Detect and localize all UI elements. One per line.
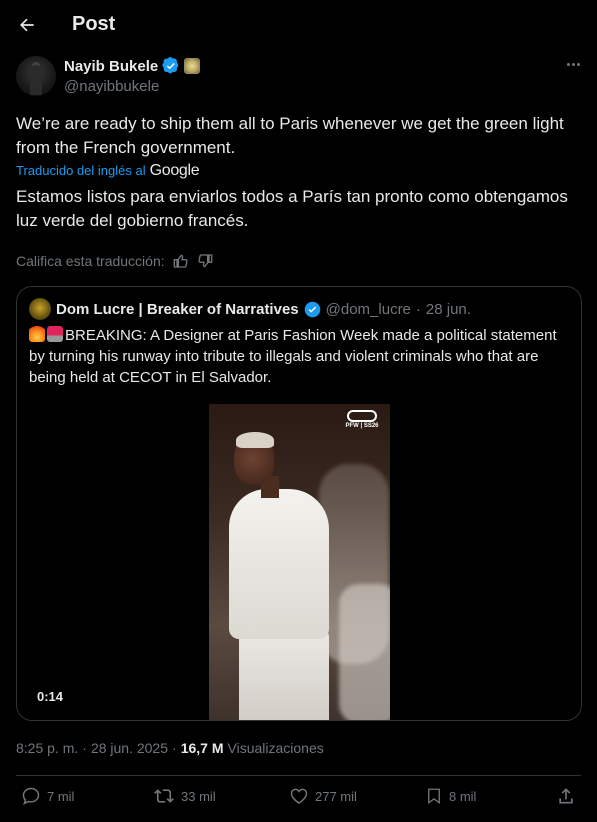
dot-separator: · [82, 740, 87, 756]
more-options-icon[interactable] [562, 56, 584, 72]
bookmark-icon [428, 788, 440, 805]
pfw-logo: PFW | SS26 [344, 410, 380, 432]
share-icon [559, 788, 573, 804]
fire-emoji-icon [29, 326, 45, 342]
quoted-post-body: BREAKING: A Designer at Paris Fashion We… [29, 327, 557, 386]
quoted-author-name: Dom Lucre | Breaker of Narratives [56, 300, 299, 318]
quoted-post-date: 28 jun. [425, 300, 471, 318]
reply-button[interactable]: 7 mil [21, 786, 74, 806]
quoted-author-handle: @dom_lucre [325, 300, 411, 318]
quoted-post[interactable]: Dom Lucre | Breaker of Narratives @dom_l… [16, 286, 582, 721]
translated-from-label[interactable]: Traducido del inglés al [16, 163, 146, 178]
thumbs-up-icon[interactable] [173, 253, 189, 269]
top-bar: Post [0, 0, 597, 52]
repost-button[interactable]: 33 mil [153, 786, 216, 806]
like-button[interactable]: 277 mil [289, 786, 357, 806]
thumbs-down-icon[interactable] [197, 253, 213, 269]
author-avatar[interactable] [16, 56, 56, 96]
dot-separator: · [415, 300, 421, 318]
verified-badge-icon [162, 57, 179, 74]
views-label: Visualizaciones [227, 740, 324, 756]
reply-count: 7 mil [47, 788, 75, 804]
google-logo: Google [149, 162, 200, 179]
share-button[interactable] [556, 786, 576, 806]
reply-icon [22, 787, 40, 805]
heart-icon [290, 788, 308, 804]
page-title: Post [72, 13, 116, 35]
views-count: 16,7 M [180, 740, 224, 756]
bookmark-count: 8 mil [449, 788, 477, 804]
post-time[interactable]: 8:25 p. m. [16, 740, 78, 756]
quoted-post-video[interactable]: PFW | SS26 [209, 404, 390, 720]
action-bar: 7 mil 33 mil 277 mil 8 mil [16, 786, 581, 814]
repost-icon [154, 789, 174, 803]
translated-text: Estamos listos para enviarlos todos a Pa… [16, 187, 568, 230]
quoted-post-text: BREAKING: A Designer at Paris Fashion We… [29, 325, 573, 388]
translation-source: Traducido del inglés al Google [16, 162, 200, 180]
siren-emoji-icon [47, 326, 63, 342]
video-duration: 0:14 [31, 687, 70, 706]
bookmark-button[interactable]: 8 mil [425, 786, 476, 806]
rate-translation: Califica esta traducción: [16, 253, 213, 269]
rate-translation-label: Califica esta traducción: [16, 253, 165, 269]
author-name[interactable]: Nayib Bukele [64, 58, 158, 75]
affiliation-badge-icon [184, 58, 201, 74]
post-date[interactable]: 28 jun. 2025 [91, 740, 168, 756]
quoted-post-header: Dom Lucre | Breaker of Narratives @dom_l… [29, 298, 471, 320]
author-handle[interactable]: @nayibbukele [64, 78, 159, 95]
pfw-logo-text: PFW | SS26 [345, 423, 379, 429]
verified-badge-icon [304, 301, 320, 317]
quoted-author-avatar [29, 298, 51, 320]
author-name-row: Nayib Bukele [64, 57, 201, 75]
repost-count: 33 mil [181, 788, 216, 804]
post-meta: 8:25 p. m. · 28 jun. 2025 · 16,7 M Visua… [16, 740, 324, 756]
divider [16, 775, 581, 776]
like-count: 277 mil [315, 788, 357, 804]
tweet-text: We’re are ready to ship them all to Pari… [16, 114, 564, 157]
back-arrow-icon[interactable] [14, 12, 40, 38]
dot-separator: · [172, 740, 177, 756]
